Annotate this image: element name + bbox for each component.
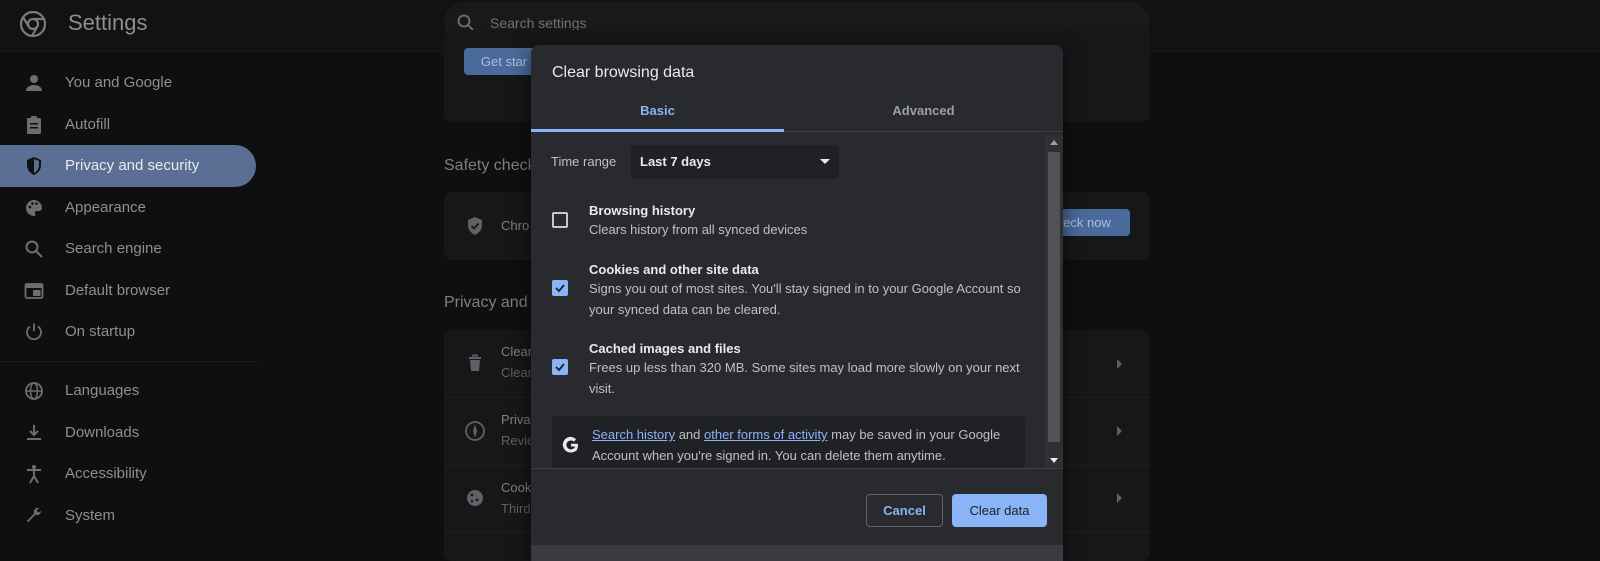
sidebar: You and Google Autofill Privacy and secu… (0, 52, 270, 561)
safety-check-heading: Safety check (444, 157, 536, 174)
sidebar-divider (0, 361, 258, 362)
google-account-info: Search history and other forms of activi… (552, 416, 1025, 468)
search-icon (25, 240, 43, 258)
sidebar-item-default-browser[interactable]: Default browser (0, 270, 256, 312)
time-range-value: Last 7 days (640, 154, 711, 169)
chrome-logo-icon (20, 11, 46, 37)
sidebar-item-accessibility[interactable]: Accessibility (0, 453, 256, 495)
checkmark-icon (555, 284, 565, 293)
sidebar-item-autofill[interactable]: Autofill (0, 104, 256, 146)
dialog-bottom-bar (531, 545, 1063, 561)
clear-browsing-data-dialog: Clear browsing data Basic Advanced Time … (531, 45, 1063, 561)
sidebar-item-label: Accessibility (65, 465, 147, 482)
chevron-right-icon (1117, 426, 1122, 436)
sidebar-item-you-and-google[interactable]: You and Google (0, 62, 256, 104)
scrollbar-thumb[interactable] (1048, 152, 1060, 442)
sidebar-item-label: Default browser (65, 282, 171, 299)
row-subtitle: Clear (501, 365, 533, 380)
row-subtitle: Third (501, 501, 531, 516)
sidebar-item-label: On startup (65, 323, 136, 340)
cookies-checkbox[interactable] (552, 280, 568, 296)
search-history-link[interactable]: Search history (592, 427, 675, 442)
chevron-right-icon (1117, 493, 1122, 503)
sidebar-item-languages[interactable]: Languages (0, 370, 256, 412)
accessibility-icon (27, 465, 41, 484)
cancel-button[interactable]: Cancel (866, 494, 943, 527)
power-icon (26, 323, 42, 341)
sidebar-item-label: Languages (65, 382, 140, 399)
row-title: Cook (501, 480, 532, 495)
option-title: Cookies and other site data (589, 262, 759, 277)
google-g-icon (562, 436, 578, 453)
compass-icon (465, 421, 485, 441)
privacy-heading: Privacy and s (444, 294, 541, 311)
sidebar-item-label: Autofill (65, 116, 111, 133)
option-description: Frees up less than 320 MB. Some sites ma… (589, 360, 1020, 396)
info-text-mid: and (675, 427, 705, 442)
scroll-down-arrow-icon[interactable] (1050, 458, 1058, 463)
sidebar-item-label: Appearance (65, 199, 146, 216)
sidebar-item-system[interactable]: System (0, 495, 256, 537)
palette-icon (26, 200, 42, 216)
shield-icon (27, 157, 41, 175)
cookie-icon (467, 490, 483, 506)
sidebar-item-label: Search engine (65, 240, 162, 257)
row-title: Clear (501, 344, 533, 359)
shield-check-icon (468, 217, 482, 235)
safety-check-text: Chro (501, 218, 530, 233)
option-title: Cached images and files (589, 341, 741, 356)
option-title: Browsing history (589, 203, 696, 218)
other-activity-link[interactable]: other forms of activity (704, 427, 828, 442)
app-title: Settings (68, 10, 148, 35)
dropdown-arrow-icon (820, 159, 830, 164)
wrench-icon (26, 507, 42, 523)
row-title: Priva (501, 412, 531, 427)
sidebar-item-on-startup[interactable]: On startup (0, 311, 256, 353)
download-icon (27, 425, 41, 440)
sidebar-item-label: Privacy and security (65, 157, 200, 174)
clear-data-button[interactable]: Clear data (952, 494, 1047, 527)
dialog-scrollbar[interactable] (1045, 135, 1063, 468)
row-subtitle: Revie (501, 433, 535, 448)
tab-advanced[interactable]: Advanced (797, 97, 1050, 131)
browsing-history-checkbox[interactable] (552, 212, 568, 228)
person-icon (26, 75, 42, 91)
sidebar-item-privacy-and-security[interactable]: Privacy and security (0, 145, 256, 187)
checkmark-icon (555, 363, 565, 372)
dialog-body: Time range Last 7 days Browsing history … (531, 132, 1063, 468)
sidebar-item-downloads[interactable]: Downloads (0, 412, 256, 454)
globe-icon (25, 382, 43, 400)
option-description: Clears history from all synced devices (589, 222, 808, 237)
option-description: Signs you out of most sites. You'll stay… (589, 281, 1021, 317)
browser-window-icon (24, 283, 44, 299)
time-range-label: Time range (551, 154, 617, 169)
sidebar-item-appearance[interactable]: Appearance (0, 187, 256, 229)
time-range-select[interactable]: Last 7 days (631, 145, 839, 179)
tab-basic[interactable]: Basic (531, 97, 784, 131)
sidebar-item-search-engine[interactable]: Search engine (0, 228, 256, 270)
sidebar-item-label: Downloads (65, 424, 140, 441)
sidebar-item-label: System (65, 507, 116, 524)
trash-icon (469, 354, 481, 371)
sidebar-item-label: You and Google (65, 74, 173, 91)
scroll-up-arrow-icon[interactable] (1050, 140, 1058, 145)
dialog-title: Clear browsing data (552, 64, 695, 81)
info-text: Search history and other forms of activi… (592, 424, 1022, 466)
chevron-right-icon (1117, 359, 1122, 369)
clipboard-icon (27, 116, 41, 134)
cached-images-checkbox[interactable] (552, 359, 568, 375)
footer-divider (531, 468, 1063, 469)
